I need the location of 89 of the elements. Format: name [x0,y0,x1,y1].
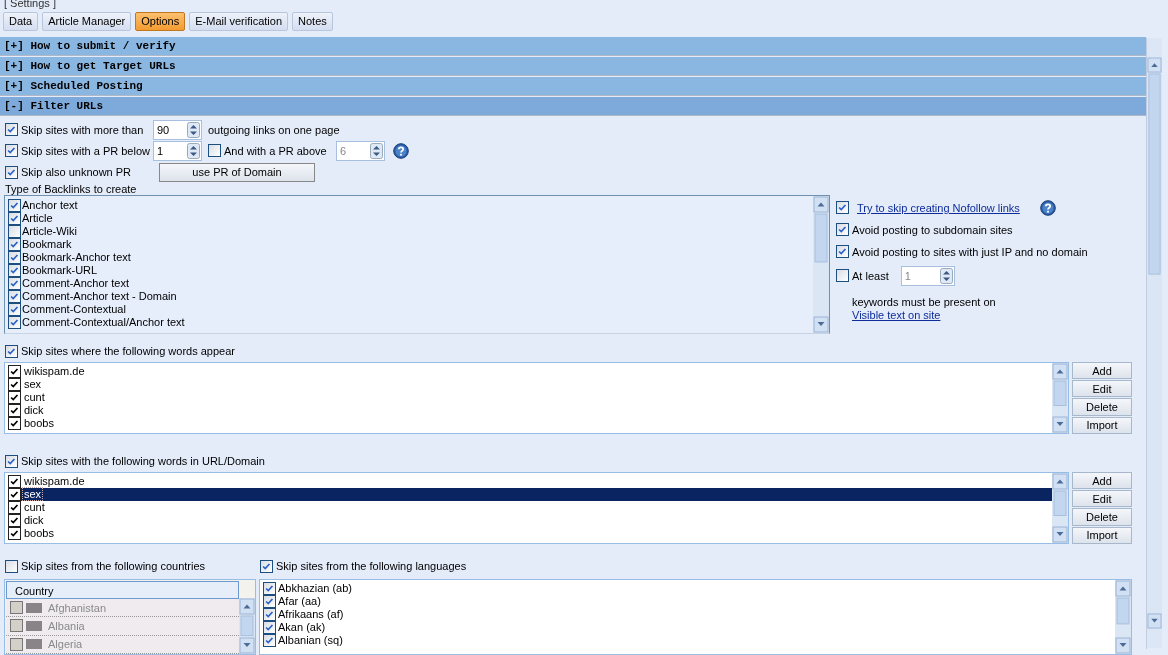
list-item[interactable]: dick [23,404,45,417]
checkbox[interactable] [5,123,18,137]
table-cell: Albania [48,619,85,632]
checkbox-label: Avoid posting to subdomain sites [852,224,1013,236]
checkbox-label: Skip also unknown PR [21,166,132,179]
list-item[interactable]: Afar (aa) [278,595,321,608]
list-item[interactable]: Comment-Contextual/Anchor text [22,316,185,329]
checkbox-label: And with a PR above [224,144,327,157]
list-item[interactable]: cunt [23,391,46,404]
flag-icon [26,620,42,631]
list-button[interactable]: Delete [1072,508,1132,526]
flag-icon [26,602,42,613]
checkbox-label: Skip sites from the following countries [21,560,206,573]
section-header[interactable]: [+] How to submit / verify [0,36,1146,56]
list-button[interactable]: Add [1072,472,1132,490]
list-item[interactable]: Comment-Contextual [22,303,126,316]
group-title: [ Settings ] [4,0,56,7]
list-item[interactable]: Comment-Anchor text [22,277,129,290]
checkbox[interactable] [5,144,18,158]
checkbox[interactable] [836,245,849,259]
checkbox-label: Avoid posting to sites with just IP and no domain [852,246,1088,258]
list-item[interactable]: Article [22,212,53,225]
checkbox[interactable] [8,199,21,212]
scrollbar[interactable] [1052,473,1068,543]
list-item[interactable]: sex [23,488,43,501]
list-item[interactable]: wikispam.de [23,365,86,378]
pr-domain-button[interactable]: use PR of Domain [159,162,315,182]
tab[interactable]: Data [3,11,39,31]
list-item[interactable]: dick [23,514,45,527]
list-item[interactable]: Bookmark-URL [22,264,98,277]
scrollbar[interactable] [813,196,829,333]
scrollbar[interactable] [1115,580,1131,654]
list-item[interactable]: Bookmark [22,238,72,251]
checkbox[interactable] [836,223,849,237]
list-item[interactable]: wikispam.de [23,475,86,488]
checkbox[interactable] [5,165,18,179]
flag-icon [26,639,42,650]
list-button[interactable]: Import [1072,416,1132,434]
checkbox[interactable] [260,560,273,573]
checkbox[interactable] [836,201,849,215]
checkbox-label: Skip sites with the following words in URL/Domain [21,455,265,468]
tab[interactable]: Article Manager [42,11,132,31]
list-button[interactable]: Add [1072,362,1132,380]
checkbox[interactable] [5,345,18,358]
list-item[interactable]: Abkhazian (ab) [278,582,352,595]
section-header[interactable]: [+] Scheduled Posting [0,76,1146,96]
help-icon[interactable] [1039,200,1056,216]
checkbox-label: At least [852,270,889,282]
option-link[interactable]: Try to skip creating Nofollow links [857,202,1020,214]
checkbox[interactable] [5,455,18,468]
section-header[interactable]: [-] Filter URLs [0,96,1146,116]
section-header[interactable]: [+] How to get Target URLs [0,56,1146,76]
scrollbar[interactable] [1052,363,1068,433]
checkbox[interactable] [8,475,21,488]
checkbox-label: Skip sites where the following words appear [21,345,235,358]
scrollbar[interactable] [1147,38,1162,648]
list-item[interactable]: sex [23,378,43,391]
scrollbar[interactable] [239,598,255,654]
tab[interactable]: Notes [292,11,333,31]
list-button[interactable]: Edit [1072,490,1132,508]
checkbox[interactable] [8,365,21,378]
spin-arrows-icon[interactable] [187,142,200,159]
list-item[interactable]: boobs [23,417,55,430]
checkbox-label: Skip sites with more than [21,123,144,136]
tab[interactable]: Options [135,11,186,31]
list-button[interactable]: Import [1072,526,1132,544]
checkbox-label: Skip sites with a PR below [21,144,150,157]
list-item[interactable]: cunt [23,501,46,514]
number-spinner[interactable]: 90 [153,119,202,140]
table-cell: Algeria [48,638,83,651]
list-item[interactable]: Article-Wiki [22,225,77,238]
spin-arrows-icon[interactable] [187,121,200,138]
list-button[interactable]: Delete [1072,398,1132,416]
list-item[interactable]: boobs [23,527,55,540]
field-suffix: outgoing links on one page [208,123,340,136]
checkbox-label: Skip sites from the following languages [276,560,467,573]
table-cell: Afghanistan [48,601,107,614]
list-item[interactable]: Anchor text [22,199,78,212]
list-item[interactable]: Bookmark-Anchor text [22,251,131,264]
hint-text: keywords must be present on [852,296,996,308]
tab[interactable]: E-Mail verification [189,11,289,31]
list-item[interactable]: Comment-Anchor text - Domain [22,290,177,303]
number-spinner[interactable]: 1 [153,140,202,161]
list-item[interactable]: Afrikaans (af) [278,608,344,621]
list-button[interactable]: Edit [1072,380,1132,398]
list-caption: Type of Backlinks to create [5,183,137,195]
list-item[interactable]: Albanian (sq) [278,634,343,647]
checkbox[interactable] [263,582,276,595]
list-item[interactable]: Akan (ak) [278,621,326,634]
